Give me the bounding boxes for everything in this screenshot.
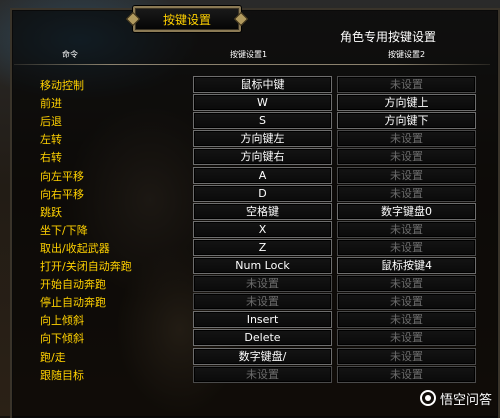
key2-binding-button[interactable]: 未设置 (337, 166, 476, 184)
key1-binding-button[interactable]: 未设置 (193, 293, 332, 311)
keybinding-row: 停止自动奔跑 未设置 未设置 (0, 293, 500, 311)
key1-binding-button[interactable]: W (193, 94, 332, 112)
keybinding-row: 前进 W 方向键上 (0, 94, 500, 112)
key1-binding-button[interactable]: 空格键 (193, 202, 332, 220)
key2-binding-button[interactable]: 未设置 (337, 275, 476, 293)
command-label: 取出/收起武器 (40, 241, 110, 255)
keybinding-row: 左转 方向键左 未设置 (0, 130, 500, 148)
key1-binding-button[interactable]: Delete (193, 329, 332, 347)
key1-binding-button[interactable]: X (193, 220, 332, 238)
key1-binding-button[interactable]: Z (193, 238, 332, 256)
keybinding-row: 移动控制 鼠标中键 未设置 (0, 76, 500, 93)
key1-binding-button[interactable]: 方向键右 (193, 148, 332, 166)
key1-binding-button[interactable]: 数字键盘/ (193, 347, 332, 365)
column-header-key1: 按键设置1 (230, 50, 268, 59)
command-label: 打开/关闭自动奔跑 (40, 260, 132, 273)
key1-binding-button[interactable]: 鼠标中键 (193, 76, 332, 93)
command-label: 向右平移 (40, 187, 84, 201)
key1-binding-button[interactable]: D (193, 184, 332, 202)
key2-binding-button[interactable]: 未设置 (337, 148, 476, 166)
key2-binding-button[interactable]: 未设置 (337, 293, 476, 311)
key1-binding-button[interactable]: Insert (193, 311, 332, 329)
keybinding-row: 向右平移 D 未设置 (0, 184, 500, 202)
keybinding-row: 向左平移 A 未设置 (0, 166, 500, 184)
keybinding-row: 向上倾斜 Insert 未设置 (0, 311, 500, 329)
dialog-title-tab: 按键设置 (133, 6, 241, 32)
command-label: 跳跃 (40, 205, 62, 219)
key1-binding-button[interactable]: 未设置 (193, 365, 332, 383)
command-label: 停止自动奔跑 (40, 296, 106, 310)
command-label: 跑/走 (40, 350, 66, 364)
command-label: 向下倾斜 (40, 332, 84, 346)
key1-binding-button[interactable]: Num Lock (193, 257, 332, 274)
header-divider (14, 64, 490, 65)
command-label: 开始自动奔跑 (40, 278, 106, 292)
keybinding-row: 向下倾斜 Delete 未设置 (0, 329, 500, 347)
key2-binding-button[interactable]: 方向键上 (337, 94, 476, 112)
keybinding-row: 开始自动奔跑 未设置 未设置 (0, 275, 500, 293)
dialog-title: 按键设置 (162, 13, 211, 27)
key2-binding-button[interactable]: 未设置 (337, 130, 476, 148)
key1-binding-button[interactable]: S (193, 112, 332, 130)
key2-binding-button[interactable]: 方向键下 (337, 112, 476, 130)
key2-binding-button[interactable]: 未设置 (337, 311, 476, 329)
key2-binding-button[interactable]: 未设置 (337, 184, 476, 202)
key1-binding-button[interactable]: 未设置 (193, 275, 332, 293)
key1-binding-button[interactable]: 方向键左 (193, 130, 332, 148)
key2-binding-button[interactable]: 未设置 (337, 238, 476, 256)
key2-binding-button[interactable]: 未设置 (337, 365, 476, 383)
keybinding-row: 跟随目标 未设置 未设置 (0, 365, 500, 383)
command-label: 左转 (40, 133, 62, 147)
command-label: 坐下/下降 (40, 223, 88, 237)
key2-binding-button[interactable]: 未设置 (337, 76, 476, 93)
column-header-key2: 按键设置2 (388, 50, 426, 59)
key1-binding-button[interactable]: A (193, 166, 332, 184)
keybinding-row: 跳跃 空格键 数字键盘0 (0, 202, 500, 220)
key2-binding-button[interactable]: 未设置 (337, 329, 476, 347)
command-label: 右转 (40, 151, 62, 165)
column-header-command: 命令 (62, 50, 78, 59)
command-label: 后退 (40, 115, 62, 129)
key2-binding-button[interactable]: 数字键盘0 (337, 202, 476, 220)
keybinding-row: 后退 S 方向键下 (0, 112, 500, 130)
command-label: 向上倾斜 (40, 314, 84, 328)
keybinding-row: 坐下/下降 X 未设置 (0, 220, 500, 238)
key2-binding-button[interactable]: 鼠标按键4 (337, 257, 476, 274)
keybinding-row: 跑/走 数字键盘/未设置 (0, 347, 500, 365)
keybinding-row: 取出/收起武器 Z 未设置 (0, 238, 500, 256)
keybinding-row: 打开/关闭自动奔跑 Num Lock 鼠标按键4 (0, 257, 500, 274)
command-label: 向左平移 (40, 169, 84, 183)
key2-binding-button[interactable]: 未设置 (337, 220, 476, 238)
command-label: 移动控制 (40, 79, 84, 92)
watermark: 悟空问答 (419, 386, 492, 410)
wukong-logo-icon (419, 390, 436, 406)
watermark-text: 悟空问答 (439, 392, 492, 408)
command-label: 跟随目标 (40, 368, 84, 382)
character-specific-keybindings-label: 角色专用按键设置 (340, 30, 437, 44)
keybinding-row: 右转 方向键右 未设置 (0, 148, 500, 166)
key2-binding-button[interactable]: 未设置 (337, 347, 476, 365)
command-label: 前进 (40, 97, 62, 111)
